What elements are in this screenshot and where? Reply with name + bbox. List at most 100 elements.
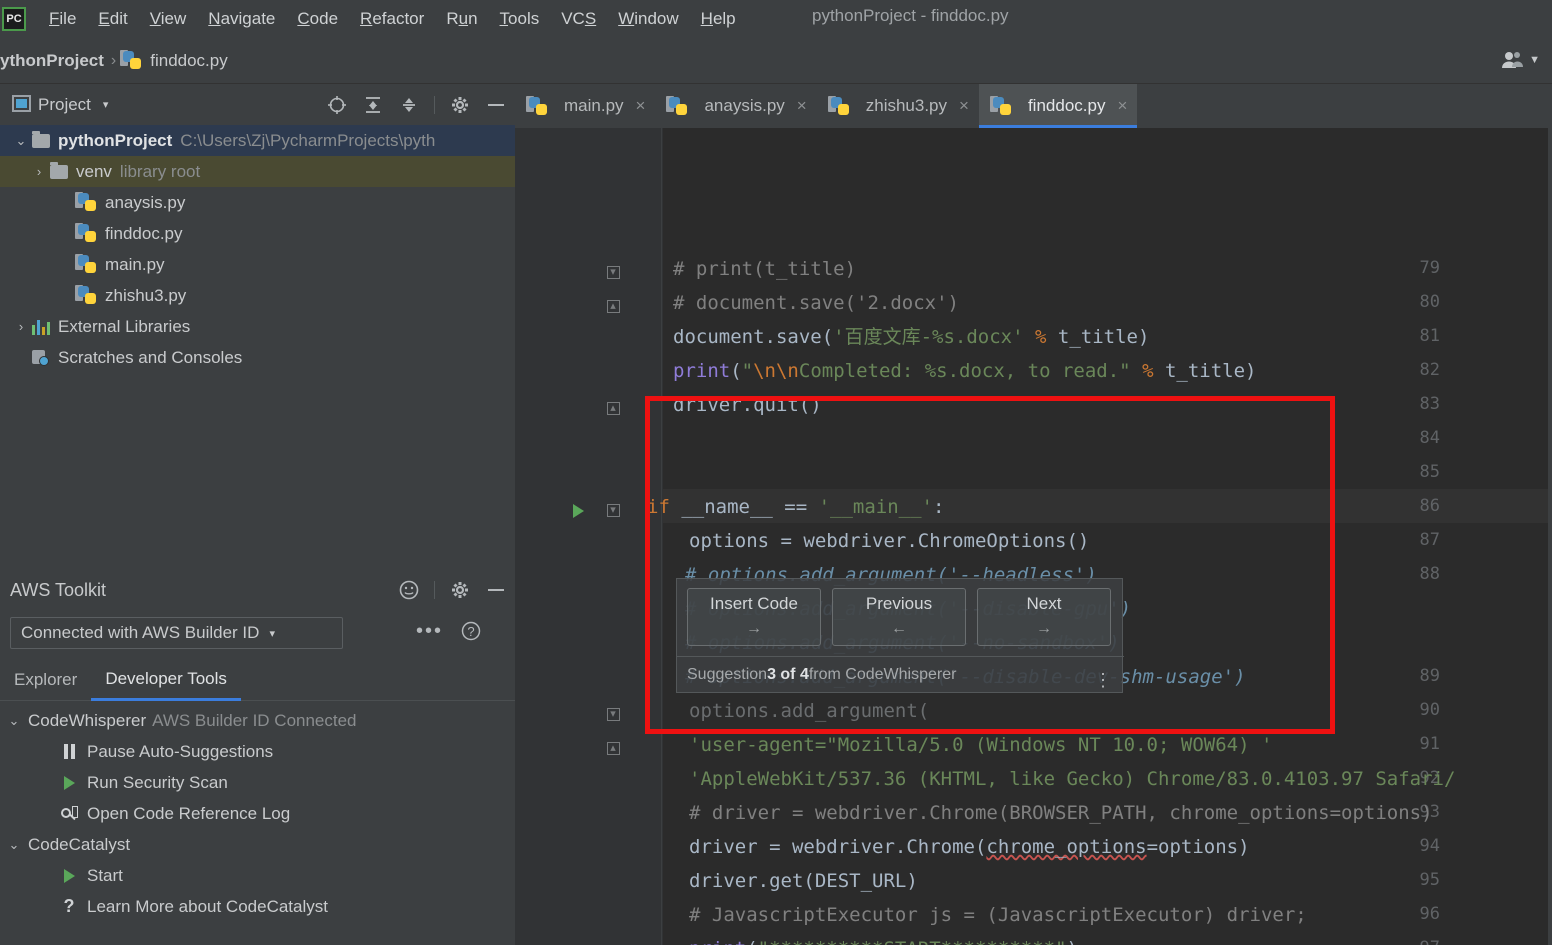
tree-item-scratches-and-consoles[interactable]: ›Scratches and Consoles — [0, 342, 515, 373]
code-line-94: driver.get(DEST_URL) — [689, 870, 918, 892]
tree-twisty-icon[interactable]: ⌄ — [0, 713, 28, 729]
code-line-81: document.save('百度文库-%s.docx' % t_title) — [673, 326, 1150, 348]
menu-item-edit[interactable]: Edit — [87, 6, 138, 32]
aws-tab-developer-tools[interactable]: Developer Tools — [91, 660, 241, 701]
tree-item-finddoc-py[interactable]: ›finddoc.py — [0, 218, 515, 249]
project-panel-title: Project — [38, 94, 91, 114]
close-icon[interactable]: × — [636, 96, 646, 116]
editor-tab-label: anaysis.py — [704, 96, 785, 115]
gear-icon[interactable] — [449, 579, 471, 601]
gear-icon[interactable] — [449, 94, 471, 116]
editor-tab-label: main.py — [564, 96, 624, 115]
aws-tree-item-learn-more-about-codecatalyst[interactable]: ? Learn More about CodeCatalyst — [0, 891, 515, 922]
tree-item-anaysis-py[interactable]: ›anaysis.py — [0, 187, 515, 218]
aws-tree-item-label: CodeWhisperer — [28, 710, 147, 730]
editor-tab-finddoc-py[interactable]: finddoc.py × — [978, 84, 1138, 128]
run-gutter-icon[interactable] — [573, 504, 584, 518]
code-line-93: driver = webdriver.Chrome(chrome_options… — [689, 836, 1250, 858]
project-dropdown-caret-icon[interactable]: ▾ — [103, 98, 109, 111]
codewhisperer-suggestion-popup[interactable]: Insert Code → Previous ← Next → Suggestion 3 … — [676, 578, 1124, 693]
aws-developer-tools-tree[interactable]: ⌄ CodeWhisperer AWS Builder ID Connected Pa… — [0, 705, 515, 945]
editor-tab-main-py[interactable]: main.py × — [515, 84, 655, 128]
tree-twisty-icon[interactable]: › — [28, 164, 50, 179]
feedback-smiley-icon[interactable] — [398, 579, 420, 601]
tree-twisty-icon[interactable]: › — [10, 319, 32, 334]
tree-item-external-libraries[interactable]: › External Libraries — [0, 311, 515, 342]
tree-item-label: External Libraries — [58, 316, 191, 336]
aws-tree-item-codecatalyst[interactable]: ⌄ CodeCatalyst — [0, 829, 515, 860]
chevron-down-icon: ▾ — [269, 627, 275, 640]
code-text[interactable]: # print(t_title) # document.save('2.docx… — [647, 128, 1552, 945]
editor-tab-zhishu3-py[interactable]: zhishu3.py × — [817, 84, 979, 128]
close-icon[interactable]: × — [797, 96, 807, 116]
tree-item-label: Scratches and Consoles — [58, 347, 243, 367]
tree-item-detail: C:\Users\Zj\PycharmProjects\pyth — [180, 130, 436, 150]
aws-tab-explorer[interactable]: Explorer — [0, 660, 91, 701]
breadcrumb-project-label: ythonProject — [0, 50, 104, 70]
aws-tree-item-run-security-scan[interactable]: Run Security Scan — [0, 767, 515, 798]
aws-connection-label: Connected with AWS Builder ID — [21, 623, 260, 642]
aws-connection-dropdown[interactable]: Connected with AWS Builder ID ▾ — [10, 617, 343, 649]
breadcrumb-file[interactable]: finddoc.py — [120, 50, 228, 71]
close-icon[interactable]: × — [1117, 96, 1127, 116]
fold-marker-icon[interactable]: ▾ — [605, 502, 621, 518]
python-file-icon — [666, 95, 688, 116]
menu-item-code[interactable]: Code — [286, 6, 349, 32]
breadcrumb-project[interactable]: ythonProject — [0, 51, 104, 71]
locate-icon[interactable] — [326, 94, 348, 116]
editor-tab-anaysis-py[interactable]: anaysis.py × — [655, 84, 816, 128]
previous-suggestion-button[interactable]: Previous ← — [832, 588, 966, 646]
menu-item-tools[interactable]: Tools — [489, 6, 551, 32]
tree-item-label: pythonProject — [58, 130, 173, 150]
collapse-all-icon[interactable] — [398, 94, 420, 116]
menu-item-help[interactable]: Help — [690, 6, 747, 32]
hide-panel-icon[interactable] — [485, 579, 507, 601]
menu-item-navigate[interactable]: Navigate — [197, 6, 286, 32]
menu-item-refactor[interactable]: Refactor — [349, 6, 435, 32]
menu-item-view[interactable]: View — [139, 6, 198, 32]
menu-item-vcs[interactable]: VCS — [550, 6, 607, 32]
tree-item-pythonproject[interactable]: ⌄ pythonProject C:\Users\Zj\PycharmProject… — [0, 125, 515, 156]
aws-tree-item-detail: AWS Builder ID Connected — [152, 710, 357, 730]
aws-more-options-icon[interactable]: ••• — [416, 620, 443, 643]
editor-area: main.py × anaysis.py × zhishu3.py × finddoc.py… — [515, 84, 1552, 945]
project-tree[interactable]: ⌄ pythonProject C:\Users\Zj\PycharmProject… — [0, 125, 515, 555]
aws-tree-item-start[interactable]: Start — [0, 860, 515, 891]
hide-panel-icon[interactable] — [485, 94, 507, 116]
tree-item-zhishu3-py[interactable]: ›zhishu3.py — [0, 280, 515, 311]
arrow-icon: ← — [891, 620, 907, 637]
code-line-90: 'user-agent="Mozilla/5.0 (Windows NT 10.… — [689, 734, 1273, 756]
tree-item-main-py[interactable]: ›main.py — [0, 249, 515, 280]
arrow-icon: → — [746, 620, 762, 637]
menu-item-window[interactable]: Window — [607, 6, 689, 32]
close-icon[interactable]: × — [959, 96, 969, 116]
tree-item-venv[interactable]: › venv library root — [0, 156, 515, 187]
fold-marker-icon[interactable]: ▾ — [605, 706, 621, 722]
suggestion-status-suffix: from CodeWhisperer — [808, 665, 957, 683]
suggestion-counter: 3 of 4 — [767, 665, 809, 683]
code-editor[interactable]: 79 80 81 82 83 84 85 86 87 88 89 90 91 9… — [515, 128, 1552, 945]
expand-all-icon[interactable] — [362, 94, 384, 116]
menu-item-file[interactable]: File — [38, 6, 87, 32]
aws-tree-item-pause-auto-suggestions[interactable]: Pause Auto-Suggestions — [0, 736, 515, 767]
aws-tree-item-label: Pause Auto-Suggestions — [87, 741, 274, 761]
tree-twisty-icon[interactable]: ⌄ — [0, 837, 28, 853]
fold-marker-icon[interactable]: ▴ — [605, 400, 621, 416]
play-icon — [58, 775, 80, 790]
tree-twisty-icon[interactable]: ⌄ — [10, 133, 32, 149]
menu-item-run[interactable]: Run — [435, 6, 488, 32]
help-icon[interactable]: ? — [460, 620, 482, 647]
aws-tree-item-codewhisperer[interactable]: ⌄ CodeWhisperer AWS Builder ID Connected — [0, 705, 515, 736]
fold-marker-icon[interactable]: ▴ — [605, 740, 621, 756]
code-line-86: if __name__ == '__main__': — [647, 496, 945, 518]
aws-tree-item-open-code-reference-log[interactable]: Open Code Reference Log — [0, 798, 515, 829]
aws-toolkit-tabs: Explorer Developer Tools — [0, 660, 515, 701]
editor-gutter[interactable] — [515, 128, 663, 945]
account-icon[interactable]: ▼ — [1501, 50, 1540, 70]
fold-marker-icon[interactable]: ▾ — [605, 264, 621, 280]
insert-code-button[interactable]: Insert Code → — [687, 588, 821, 646]
python-file-icon — [526, 95, 548, 116]
next-suggestion-button[interactable]: Next → — [977, 588, 1111, 646]
kebab-menu-icon[interactable]: ⋮ — [1094, 671, 1112, 689]
fold-marker-icon[interactable]: ▴ — [605, 298, 621, 314]
